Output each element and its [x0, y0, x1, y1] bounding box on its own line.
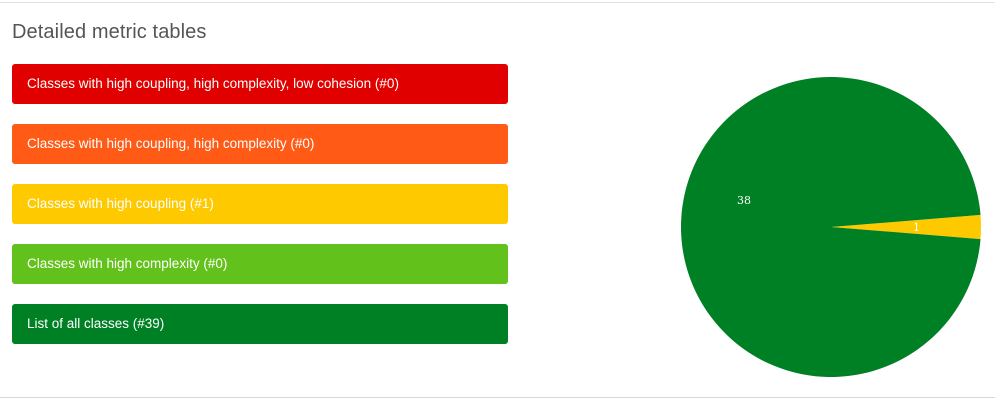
- high-complexity-button[interactable]: Classes with high complexity (#0): [12, 244, 508, 284]
- section-title: Detailed metric tables: [12, 21, 207, 43]
- pie-svg: 1 38: [681, 76, 981, 377]
- pie-label-1: 1: [913, 221, 920, 234]
- all-classes-button[interactable]: List of all classes (#39): [12, 304, 508, 344]
- high-coupling-complexity-low-cohesion-button[interactable]: Classes with high coupling, high complex…: [12, 64, 508, 104]
- high-coupling-complexity-button[interactable]: Classes with high coupling, high complex…: [12, 124, 508, 164]
- high-coupling-button[interactable]: Classes with high coupling (#1): [12, 184, 508, 224]
- metric-tables-panel: Detailed metric tables Classes with high…: [0, 2, 995, 398]
- pie-label-38: 38: [737, 194, 751, 207]
- classes-pie-chart: 1 38: [680, 76, 982, 378]
